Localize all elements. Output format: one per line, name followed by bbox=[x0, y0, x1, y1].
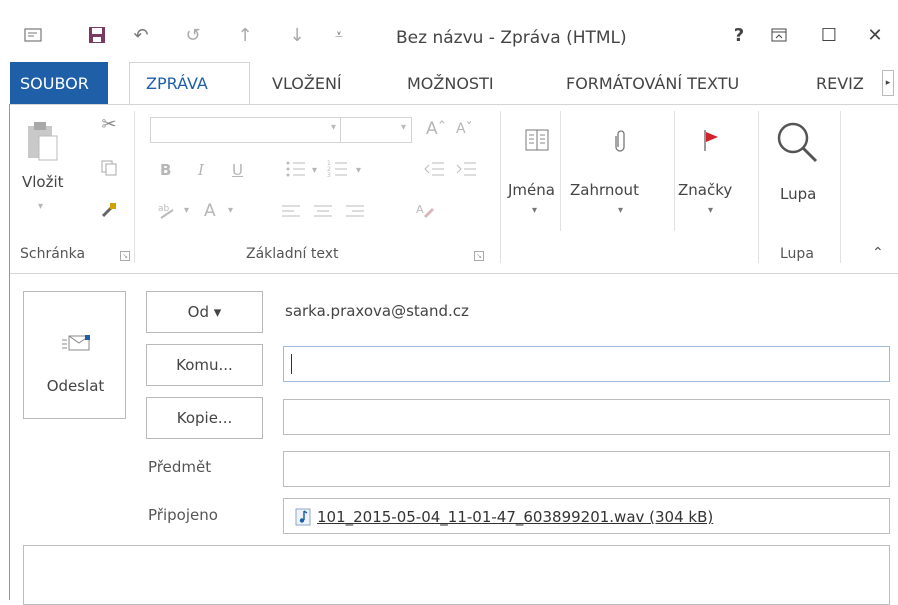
tab-zprava[interactable]: ZPRÁVA bbox=[129, 62, 250, 104]
bold-button[interactable]: B bbox=[160, 161, 171, 179]
grow-font-icon[interactable]: Aˆ bbox=[426, 119, 446, 139]
include-label[interactable]: Zahrnout bbox=[570, 181, 639, 199]
clipboard-launcher-icon[interactable]: ↘ bbox=[120, 251, 130, 261]
ribbon-tabs: SOUBOR ZPRÁVA VLOŽENÍ MOŽNOSTI FORMÁTOVÁ… bbox=[0, 62, 898, 104]
zoom-group-label: Lupa bbox=[780, 246, 814, 262]
ribbon: Vložit ▾ ✂ Schránka ↘ ▾ ▾ Aˆ Aˇ B I U ▾ … bbox=[10, 104, 898, 274]
attach-icon[interactable] bbox=[606, 123, 636, 157]
bullets-icon[interactable] bbox=[284, 157, 312, 181]
svg-text:A: A bbox=[416, 203, 424, 216]
attachment-name[interactable]: 101_2015-05-04_11-01-47_603899201.wav (3… bbox=[317, 508, 713, 526]
tags-label[interactable]: Značky bbox=[678, 181, 732, 199]
shrink-font-icon[interactable]: Aˇ bbox=[456, 121, 473, 137]
tab-scroll-right-icon[interactable]: ▸ bbox=[882, 70, 894, 96]
attachment-item[interactable]: 101_2015-05-04_11-01-47_603899201.wav (3… bbox=[295, 508, 713, 526]
paste-dropdown-icon[interactable]: ▾ bbox=[38, 201, 43, 212]
tags-dropdown-icon[interactable]: ▾ bbox=[708, 205, 713, 216]
numbering-icon[interactable]: 123 bbox=[326, 157, 354, 181]
font-size-combo[interactable]: ▾ bbox=[340, 117, 412, 143]
send-envelope-icon bbox=[60, 332, 92, 354]
group-separator bbox=[674, 111, 675, 231]
maximize-button[interactable]: ☐ bbox=[814, 22, 844, 48]
collapse-ribbon-icon[interactable]: ⌃ bbox=[872, 245, 884, 261]
from-address: sarka.praxova@stand.cz bbox=[285, 302, 469, 320]
include-dropdown-icon[interactable]: ▾ bbox=[618, 205, 623, 216]
down-arrow-icon[interactable]: ↓ bbox=[284, 21, 310, 49]
group-separator bbox=[560, 111, 561, 231]
highlight-icon[interactable]: ab bbox=[156, 199, 180, 223]
paste-label[interactable]: Vložit bbox=[22, 173, 64, 191]
copy-icon[interactable] bbox=[98, 157, 120, 179]
flag-icon[interactable] bbox=[694, 123, 728, 157]
send-button[interactable]: Odeslat bbox=[23, 291, 126, 419]
message-body[interactable] bbox=[23, 545, 890, 605]
zoom-label[interactable]: Lupa bbox=[780, 185, 816, 203]
clear-formatting-icon[interactable]: A bbox=[414, 199, 438, 223]
save-icon[interactable] bbox=[84, 21, 110, 49]
subject-field[interactable] bbox=[283, 451, 890, 487]
attached-label: Připojeno bbox=[148, 506, 218, 524]
title-bar: ↶ ↺ ↑ ↓ ⩡ Bez názvu - Zpráva (HTML) ? ☐ … bbox=[0, 0, 898, 62]
basic-text-launcher-icon[interactable]: ↘ bbox=[474, 251, 484, 261]
text-caret bbox=[291, 354, 292, 374]
tab-formatovani-textu[interactable]: FORMÁTOVÁNÍ TEXTU bbox=[562, 62, 743, 104]
cc-button[interactable]: Kopie... bbox=[146, 397, 263, 439]
align-right-icon[interactable] bbox=[344, 199, 366, 223]
help-button[interactable]: ? bbox=[724, 22, 754, 48]
font-family-combo[interactable]: ▾ bbox=[150, 117, 342, 143]
italic-button[interactable]: I bbox=[198, 161, 204, 179]
align-left-icon[interactable] bbox=[280, 199, 302, 223]
names-label[interactable]: Jména bbox=[508, 181, 555, 199]
customize-icon[interactable]: ⩡ bbox=[326, 21, 352, 49]
to-field[interactable] bbox=[283, 346, 890, 382]
group-separator bbox=[758, 111, 759, 263]
format-painter-icon[interactable] bbox=[98, 199, 120, 221]
numbering-dropdown-icon[interactable]: ▾ bbox=[356, 165, 361, 176]
message-icon[interactable] bbox=[20, 21, 46, 49]
cut-icon[interactable]: ✂ bbox=[98, 113, 120, 135]
to-button[interactable]: Komu... bbox=[146, 344, 263, 386]
window-title: Bez názvu - Zpráva (HTML) bbox=[396, 28, 627, 48]
paste-icon[interactable] bbox=[24, 119, 60, 165]
audio-file-icon bbox=[295, 508, 311, 526]
zoom-magnifier-icon[interactable] bbox=[772, 117, 822, 167]
group-separator bbox=[840, 111, 841, 263]
font-color-dropdown-icon[interactable]: ▾ bbox=[228, 205, 233, 216]
undo-icon[interactable]: ↶ bbox=[128, 21, 154, 49]
group-separator bbox=[500, 111, 501, 263]
subject-label: Předmět bbox=[148, 458, 212, 476]
send-label: Odeslat bbox=[46, 377, 105, 395]
from-button[interactable]: Od ▾ bbox=[146, 291, 263, 333]
close-button[interactable]: ✕ bbox=[860, 22, 890, 48]
clipboard-group-label: Schránka bbox=[20, 246, 86, 262]
cc-field[interactable] bbox=[283, 399, 890, 435]
address-book-icon[interactable] bbox=[520, 123, 554, 157]
increase-indent-icon[interactable] bbox=[454, 157, 478, 181]
tab-vlozeni[interactable]: VLOŽENÍ bbox=[268, 62, 346, 104]
group-separator bbox=[134, 111, 135, 263]
tab-soubor[interactable]: SOUBOR bbox=[10, 62, 108, 104]
font-color-button[interactable]: A bbox=[204, 201, 216, 221]
up-arrow-icon[interactable]: ↑ bbox=[232, 21, 258, 49]
underline-button[interactable]: U bbox=[232, 161, 243, 179]
align-center-icon[interactable] bbox=[312, 199, 334, 223]
names-dropdown-icon[interactable]: ▾ bbox=[532, 205, 537, 216]
tab-moznosti[interactable]: MOŽNOSTI bbox=[403, 62, 498, 104]
highlight-dropdown-icon[interactable]: ▾ bbox=[184, 205, 189, 216]
decrease-indent-icon[interactable] bbox=[422, 157, 446, 181]
basic-text-group-label: Základní text bbox=[246, 246, 339, 262]
ribbon-display-icon[interactable] bbox=[764, 22, 794, 48]
redo-icon[interactable]: ↺ bbox=[180, 21, 206, 49]
bullets-dropdown-icon[interactable]: ▾ bbox=[312, 165, 317, 176]
tab-revize[interactable]: REVIZ bbox=[812, 62, 868, 104]
svg-text:3: 3 bbox=[327, 172, 331, 179]
